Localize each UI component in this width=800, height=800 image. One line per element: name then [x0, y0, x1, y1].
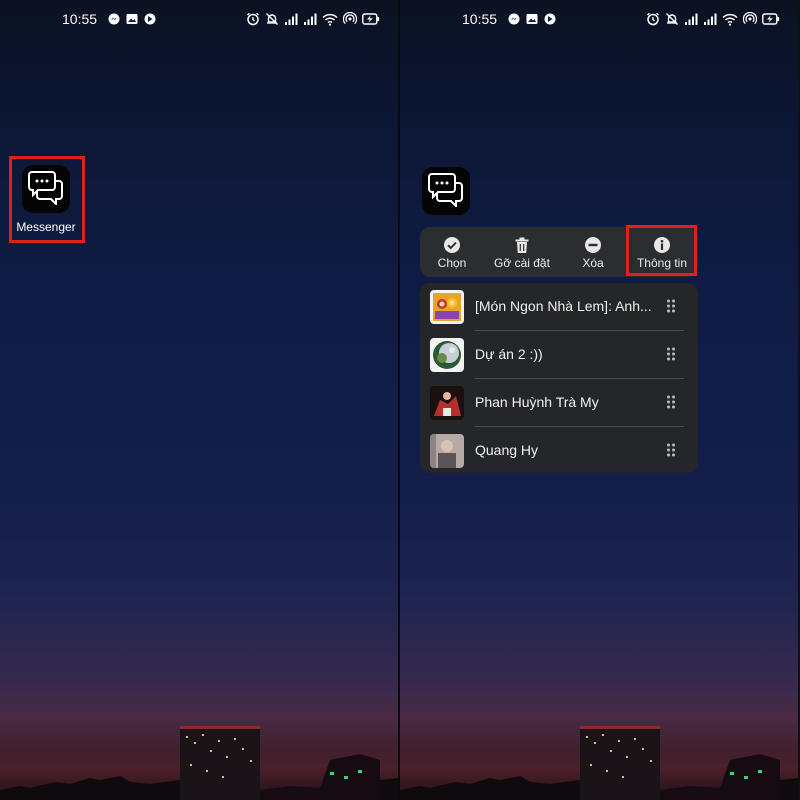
status-bar: 10:55 [400, 8, 798, 30]
select-button[interactable]: Chọn [417, 227, 487, 277]
avatar [430, 386, 464, 420]
image-icon [126, 13, 138, 25]
trash-icon [513, 236, 531, 254]
mute-icon [265, 12, 279, 26]
wifi-icon [722, 13, 738, 26]
battery-charging-icon [762, 13, 780, 25]
signal-icon [284, 13, 298, 26]
signal-icon [303, 13, 317, 26]
drag-handle-icon[interactable] [666, 347, 676, 366]
messenger-icon [508, 13, 520, 25]
avatar [430, 290, 464, 324]
wifi-icon [322, 13, 338, 26]
highlight-box [9, 156, 85, 243]
highlight-box [626, 225, 697, 276]
hotspot-icon [743, 12, 757, 26]
uninstall-label: Gỡ cài đặt [494, 256, 550, 270]
signal-icon [684, 13, 698, 26]
app-icon [144, 13, 156, 25]
alarm-icon [646, 12, 660, 26]
messenger-chat-icon [426, 171, 466, 212]
mute-icon [665, 12, 679, 26]
status-time: 10:55 [62, 11, 98, 27]
shortcut-label: Phan Huỳnh Trà My [475, 394, 599, 410]
shortcut-item[interactable]: Quang Hy [420, 427, 698, 475]
home-screen-left: 10:55 Messenger [0, 0, 398, 800]
alarm-icon [246, 12, 260, 26]
battery-charging-icon [362, 13, 380, 25]
shortcut-item[interactable]: Phan Huỳnh Trà My [420, 379, 698, 427]
hotspot-icon [343, 12, 357, 26]
status-time: 10:55 [462, 11, 498, 27]
check-circle-icon [443, 236, 461, 254]
home-screen-right: 10:55 Chọn Gỡ cài đặt Xóa Thông tin [Món… [400, 0, 798, 800]
avatar [430, 434, 464, 468]
city-skyline [0, 720, 398, 800]
drag-handle-icon[interactable] [666, 395, 676, 414]
remove-label: Xóa [582, 256, 604, 270]
signal-icon [703, 13, 717, 26]
remove-button[interactable]: Xóa [558, 227, 628, 277]
uninstall-button[interactable]: Gỡ cài đặt [487, 227, 557, 277]
shortcut-label: Dự án 2 :)) [475, 346, 543, 362]
shortcut-item[interactable]: Dự án 2 :)) [420, 331, 698, 379]
minus-circle-icon [584, 236, 602, 254]
status-bar: 10:55 [0, 8, 398, 30]
select-label: Chọn [437, 256, 467, 270]
drag-handle-icon[interactable] [666, 443, 676, 462]
app-icon [544, 13, 556, 25]
shortcut-label: Quang Hy [475, 442, 539, 458]
messenger-app-icon[interactable] [422, 167, 470, 215]
avatar [430, 338, 464, 372]
image-icon [526, 13, 538, 25]
app-shortcuts-list: [Món Ngon Nhà Lem]: Anh... Dự án 2 :)) P… [420, 283, 698, 473]
shortcut-item[interactable]: [Món Ngon Nhà Lem]: Anh... [420, 283, 698, 331]
drag-handle-icon[interactable] [666, 299, 676, 318]
shortcut-label: [Món Ngon Nhà Lem]: Anh... [475, 298, 652, 314]
city-skyline [400, 720, 798, 800]
messenger-icon [108, 13, 120, 25]
